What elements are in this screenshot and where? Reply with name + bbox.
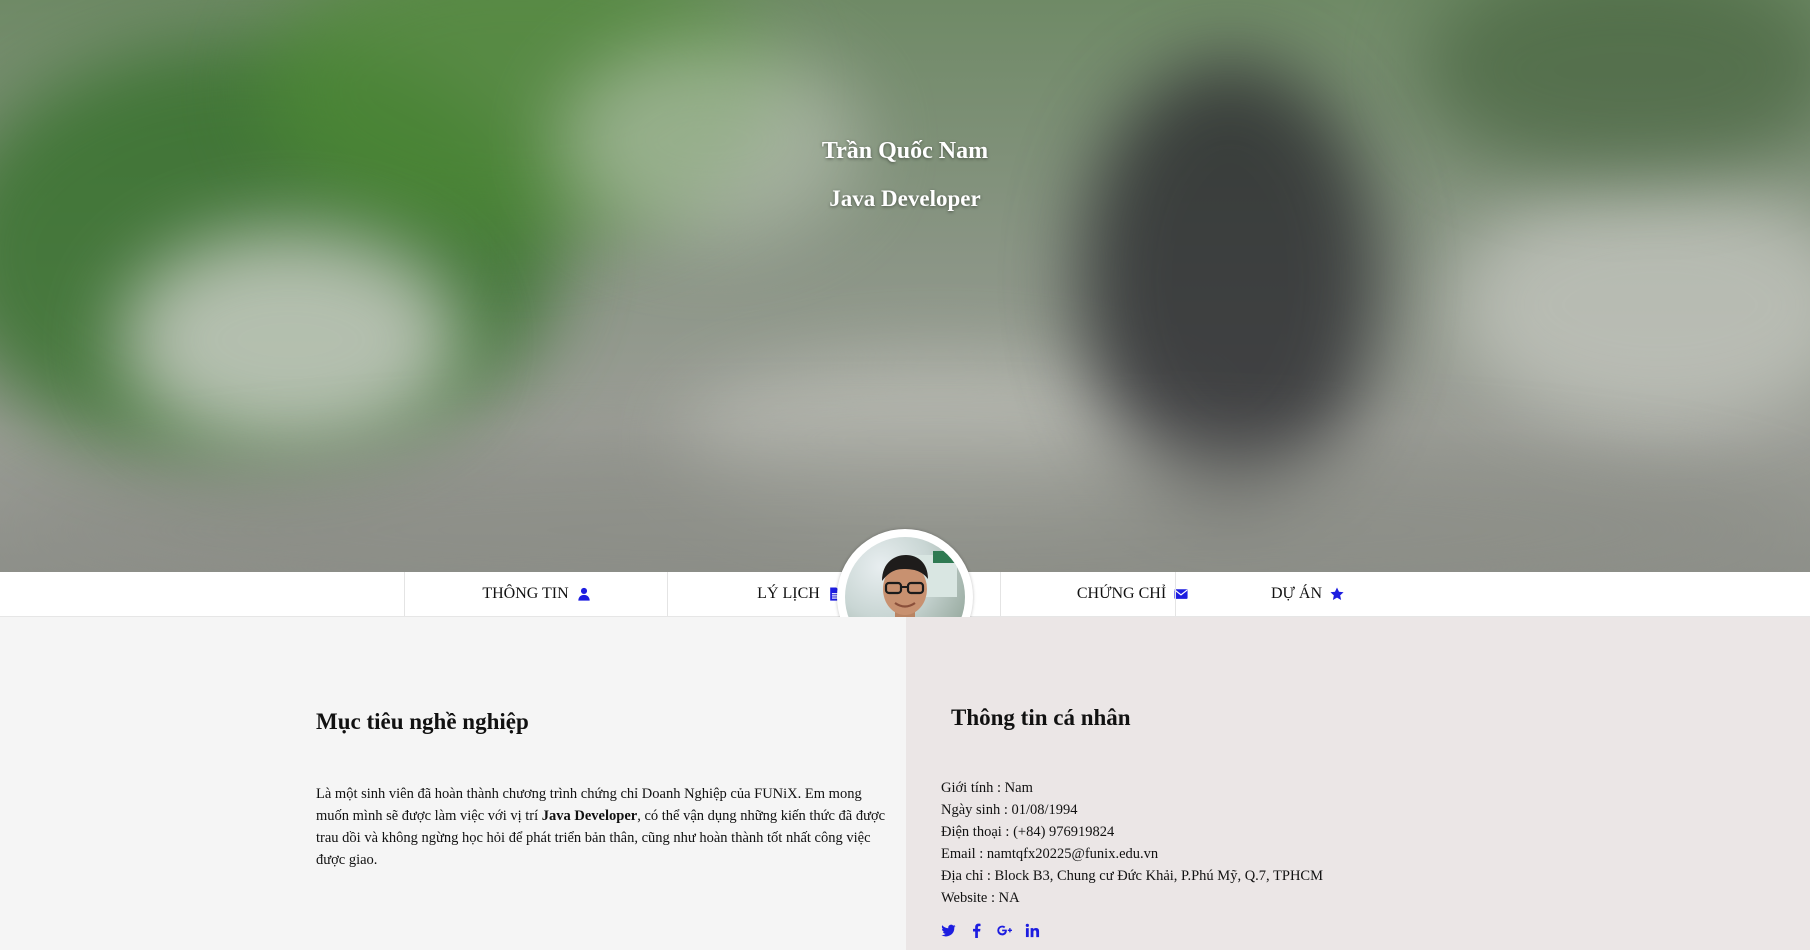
hero-bg-person bbox=[1080, 60, 1380, 500]
facebook-icon bbox=[973, 923, 981, 938]
info-gender: Giới tính : Nam bbox=[941, 780, 1033, 796]
career-objective-text: Là một sinh viên đã hoàn thành chương tr… bbox=[316, 783, 886, 871]
social-links bbox=[941, 923, 1041, 939]
career-title: Mục tiêu nghề nghiệp bbox=[316, 709, 529, 734]
hero-banner: Trần Quốc Nam Java Developer bbox=[0, 0, 1810, 572]
career-text-bold: Java Developer bbox=[541, 808, 638, 824]
nav-label: LÝ LỊCH bbox=[757, 585, 820, 602]
hero-name: Trần Quốc Nam bbox=[821, 138, 989, 164]
personal-info-list: Giới tính : Nam Ngày sinh : 01/08/1994 Đ… bbox=[941, 777, 1323, 909]
user-icon bbox=[577, 587, 590, 601]
info-email: Email : namtqfx20225@funix.edu.vn bbox=[941, 846, 1159, 862]
nav-item-du-an[interactable]: DỰ ÁN bbox=[1175, 572, 1439, 616]
personal-info-section: Thông tin cá nhân Giới tính : Nam Ngày s… bbox=[906, 617, 1810, 950]
linkedin-icon bbox=[1025, 923, 1040, 938]
personal-info-title: Thông tin cá nhân bbox=[951, 705, 1131, 730]
linkedin-link[interactable] bbox=[1025, 923, 1041, 939]
star-icon bbox=[1330, 587, 1344, 600]
info-website: Website : NA bbox=[941, 890, 1020, 906]
nav-label: CHỨNG CHỈ bbox=[1076, 585, 1167, 602]
google-plus-icon bbox=[997, 925, 1012, 936]
hero-role: Java Developer bbox=[829, 186, 981, 211]
twitter-link[interactable] bbox=[941, 923, 957, 939]
info-address: Địa chỉ : Block B3, Chung cư Đức Khải, P… bbox=[941, 868, 1323, 884]
career-section: Mục tiêu nghề nghiệp Là một sinh viên đã… bbox=[0, 617, 906, 950]
twitter-icon bbox=[941, 924, 956, 937]
info-birthday: Ngày sinh : 01/08/1994 bbox=[941, 802, 1078, 818]
hero-bg-rock-left bbox=[120, 230, 460, 450]
nav-label: DỰ ÁN bbox=[1270, 585, 1323, 602]
google-plus-link[interactable] bbox=[997, 923, 1013, 939]
nav-label: THÔNG TIN bbox=[482, 585, 569, 602]
hero-bg-rock-right bbox=[1450, 180, 1810, 430]
info-phone: Điện thoại : (+84) 976919824 bbox=[941, 824, 1115, 840]
facebook-link[interactable] bbox=[969, 923, 985, 939]
nav-item-thong-tin[interactable]: THÔNG TIN bbox=[404, 572, 668, 616]
